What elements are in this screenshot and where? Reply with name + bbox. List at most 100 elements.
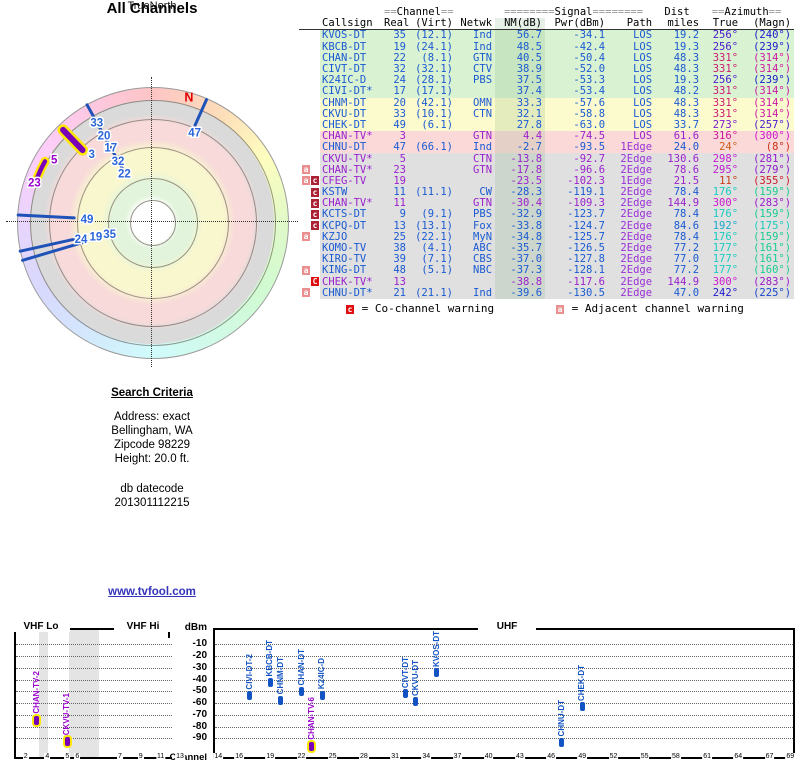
table-row: c CHAN-TV* 11 GTN -30.4 -109.3 2Edge 144.9 300°(… — [299, 198, 795, 210]
gridline — [215, 703, 793, 705]
gridline — [16, 667, 172, 669]
table-row: KVOS-DT 35 (12.1) Ind 56.7 -34.1 LOS 19.2 256° (2… — [299, 29, 795, 42]
table-row: KBCB-DT 19 (24.1) Ind 48.5 -42.4 LOS 19.3 256° (2… — [299, 41, 795, 53]
y-tick-label: -20 — [192, 650, 207, 662]
x-tick-label: 55 — [639, 753, 650, 760]
y-tick-label: -60 — [192, 697, 207, 709]
x-tick-label: 16 — [234, 753, 244, 760]
y-tick-label: -50 — [192, 685, 207, 697]
signal-marker — [278, 695, 284, 705]
x-tick-label: 64 — [733, 753, 744, 760]
search-criteria-title: Search Criteria — [111, 387, 193, 399]
signal-label: K24IC-D — [317, 658, 327, 690]
x-tick-label: 14 — [213, 753, 224, 760]
svg-text:47: 47 — [188, 128, 201, 140]
x-tick-label: 69 — [785, 753, 796, 760]
table-row: a KZJO 25 (22.1) MyN -34.8 -125.7 2Edge 78.4 176°… — [299, 231, 795, 243]
table-row: a KING-DT 48 (5.1) NBC -37.3 -128.1 2Edge 77.2 17… — [299, 265, 795, 277]
table-row: a CHNU-DT* 21 (21.1) Ind -39.6 -130.5 2Edge 47.0… — [299, 287, 795, 299]
table-row: CIVI-DT* 17 (17.1) 37.4 -53.4 LOS 48.2 331° (314… — [299, 86, 795, 98]
adjacent-channel-legend: a = Adjacent channel warning — [556, 302, 744, 315]
signal-marker — [579, 702, 585, 712]
x-tick-label: 43 — [514, 753, 525, 760]
y-tick-label: -70 — [192, 708, 207, 720]
x-tick-label: 46 — [546, 753, 556, 760]
table-row: CHAN-TV* 3 GTN 4.4 -74.5 LOS 61.6 316° (300°) — [299, 131, 795, 143]
signal-marker — [319, 690, 325, 700]
x-tick-label: 5 — [64, 753, 71, 760]
signal-label: CHAN-TV-2 — [31, 671, 41, 715]
table-row: CIVT-DT 32 (32.1) CTV 38.9 -52.0 LOS 48.3 331° (3… — [299, 63, 795, 76]
x-tick-label: 9 — [137, 753, 144, 760]
signal-marker — [34, 715, 39, 725]
tvfool-report: All Channels TrueNorth 47 33 20 17 32 22 3 23 5 4… — [0, 0, 800, 768]
x-tick-label: 13 — [175, 753, 185, 760]
x-tick-label: 34 — [421, 753, 432, 760]
svg-text:N: N — [184, 90, 193, 104]
table-row: KOMO-TV 38 (4.1) ABC -35.7 -126.5 2Edge 77.2 177… — [299, 242, 795, 255]
search-criteria: Search Criteria Address: exact Bellingha… — [40, 386, 264, 510]
x-tick-label: 61 — [702, 753, 712, 760]
y-tick-label: -30 — [192, 661, 207, 673]
x-tick-label: 49 — [577, 753, 588, 760]
co-channel-legend: c = Co-channel warning — [346, 302, 494, 315]
signal-label: CKVU-DT — [410, 659, 420, 696]
frequency-chart: VHF Lo VHF Hi UHF dBm Channel -10 -20 -30-… — [0, 615, 800, 768]
svg-text:33: 33 — [90, 117, 103, 129]
x-tick-label: 2 — [22, 753, 29, 760]
x-tick-label: 31 — [390, 753, 400, 760]
signal-marker — [64, 736, 70, 746]
table-row: KIRO-TV 39 (7.1) CBS -37.0 -127.8 2Edge 77.0 177… — [299, 254, 795, 266]
station-table: ==Channel== ========Signal======== Dist ==A… — [299, 7, 795, 299]
svg-text:3: 3 — [88, 149, 94, 161]
signal-label: CHNM-DT — [275, 656, 285, 695]
signal-marker — [434, 668, 440, 678]
signal-label: CHAN-TV-6 — [306, 697, 316, 741]
x-tick-label: 28 — [358, 753, 369, 760]
y-tick-label: -40 — [192, 673, 207, 685]
signal-label: CHAN-DT — [296, 649, 306, 686]
table-row: CKVU-TV* 5 CTN -13.8 -92.7 2Edge 130.6 298° (281… — [299, 153, 795, 165]
adjacent-channel-warning-icon: a — [556, 304, 564, 314]
signal-label: KBCB-DT — [265, 639, 275, 677]
y-tick-label: -90 — [192, 732, 207, 744]
adjacent-channel-legend-text: = Adjacent channel warning — [571, 302, 744, 315]
table-row: a c CFEG-TV 19 -23.5 -102.3 1Edge 21.5 11° (355°) — [299, 175, 795, 187]
table-row: CHAN-DT 22 (8.1) GTN 40.5 -50.4 LOS 48.3 331° (31… — [299, 52, 795, 64]
gridline — [215, 738, 793, 740]
gridline — [215, 714, 793, 716]
signal-label: CIVI-DT-2 — [244, 653, 254, 690]
table-row: c KCPQ-DT 13 (13.1) Fox -33.8 -124.7 2Edge 84.6 1… — [299, 220, 795, 232]
x-tick-label: 58 — [670, 753, 681, 760]
table-row: a CHAN-TV* 23 GTN -17.8 -96.6 2Edge 78.6 295° (27… — [299, 164, 795, 176]
svg-text:19: 19 — [89, 232, 102, 244]
x-tick-label: 25 — [327, 753, 338, 760]
svg-text:5: 5 — [51, 155, 58, 167]
signal-marker — [559, 737, 564, 747]
signal-label: CKVU-TV-1 — [62, 693, 72, 736]
tvfool-link[interactable]: www.tvfool.com — [108, 586, 196, 598]
search-zipcode: Zipcode 98229 — [113, 439, 191, 451]
signal-marker — [299, 687, 304, 697]
x-tick-label: 67 — [764, 753, 775, 760]
gridline — [16, 738, 172, 740]
gridline — [16, 644, 172, 646]
x-tick-label: 37 — [452, 753, 463, 760]
svg-text:20: 20 — [98, 130, 111, 142]
signal-marker — [309, 741, 315, 751]
co-channel-legend-text: = Co-channel warning — [361, 302, 495, 315]
signal-marker — [267, 677, 273, 687]
co-channel-warning-icon: c — [346, 304, 354, 314]
x-tick-label: 22 — [296, 753, 307, 760]
station-table-area: ==Channel== ========Signal======== Dist ==A… — [299, 7, 799, 299]
gridline — [215, 726, 793, 728]
search-address: Address: exact — [113, 411, 191, 423]
signal-label: CHEK-DT — [577, 664, 587, 701]
db-datecode-value: 201301112215 — [114, 497, 190, 509]
table-row: C CHEK-TV* 13 -38.8 -117.6 2Edge 144.9 300° (283… — [299, 276, 795, 288]
signal-marker — [413, 697, 419, 707]
signal-label: KVOS-DT — [431, 630, 441, 667]
x-tick-label: 4 — [44, 753, 51, 760]
table-row: c KSTW 11 (11.1) CW -28.3 -119.1 2Edge 78.4 176°(… — [299, 187, 795, 199]
svg-text:22: 22 — [118, 168, 131, 180]
